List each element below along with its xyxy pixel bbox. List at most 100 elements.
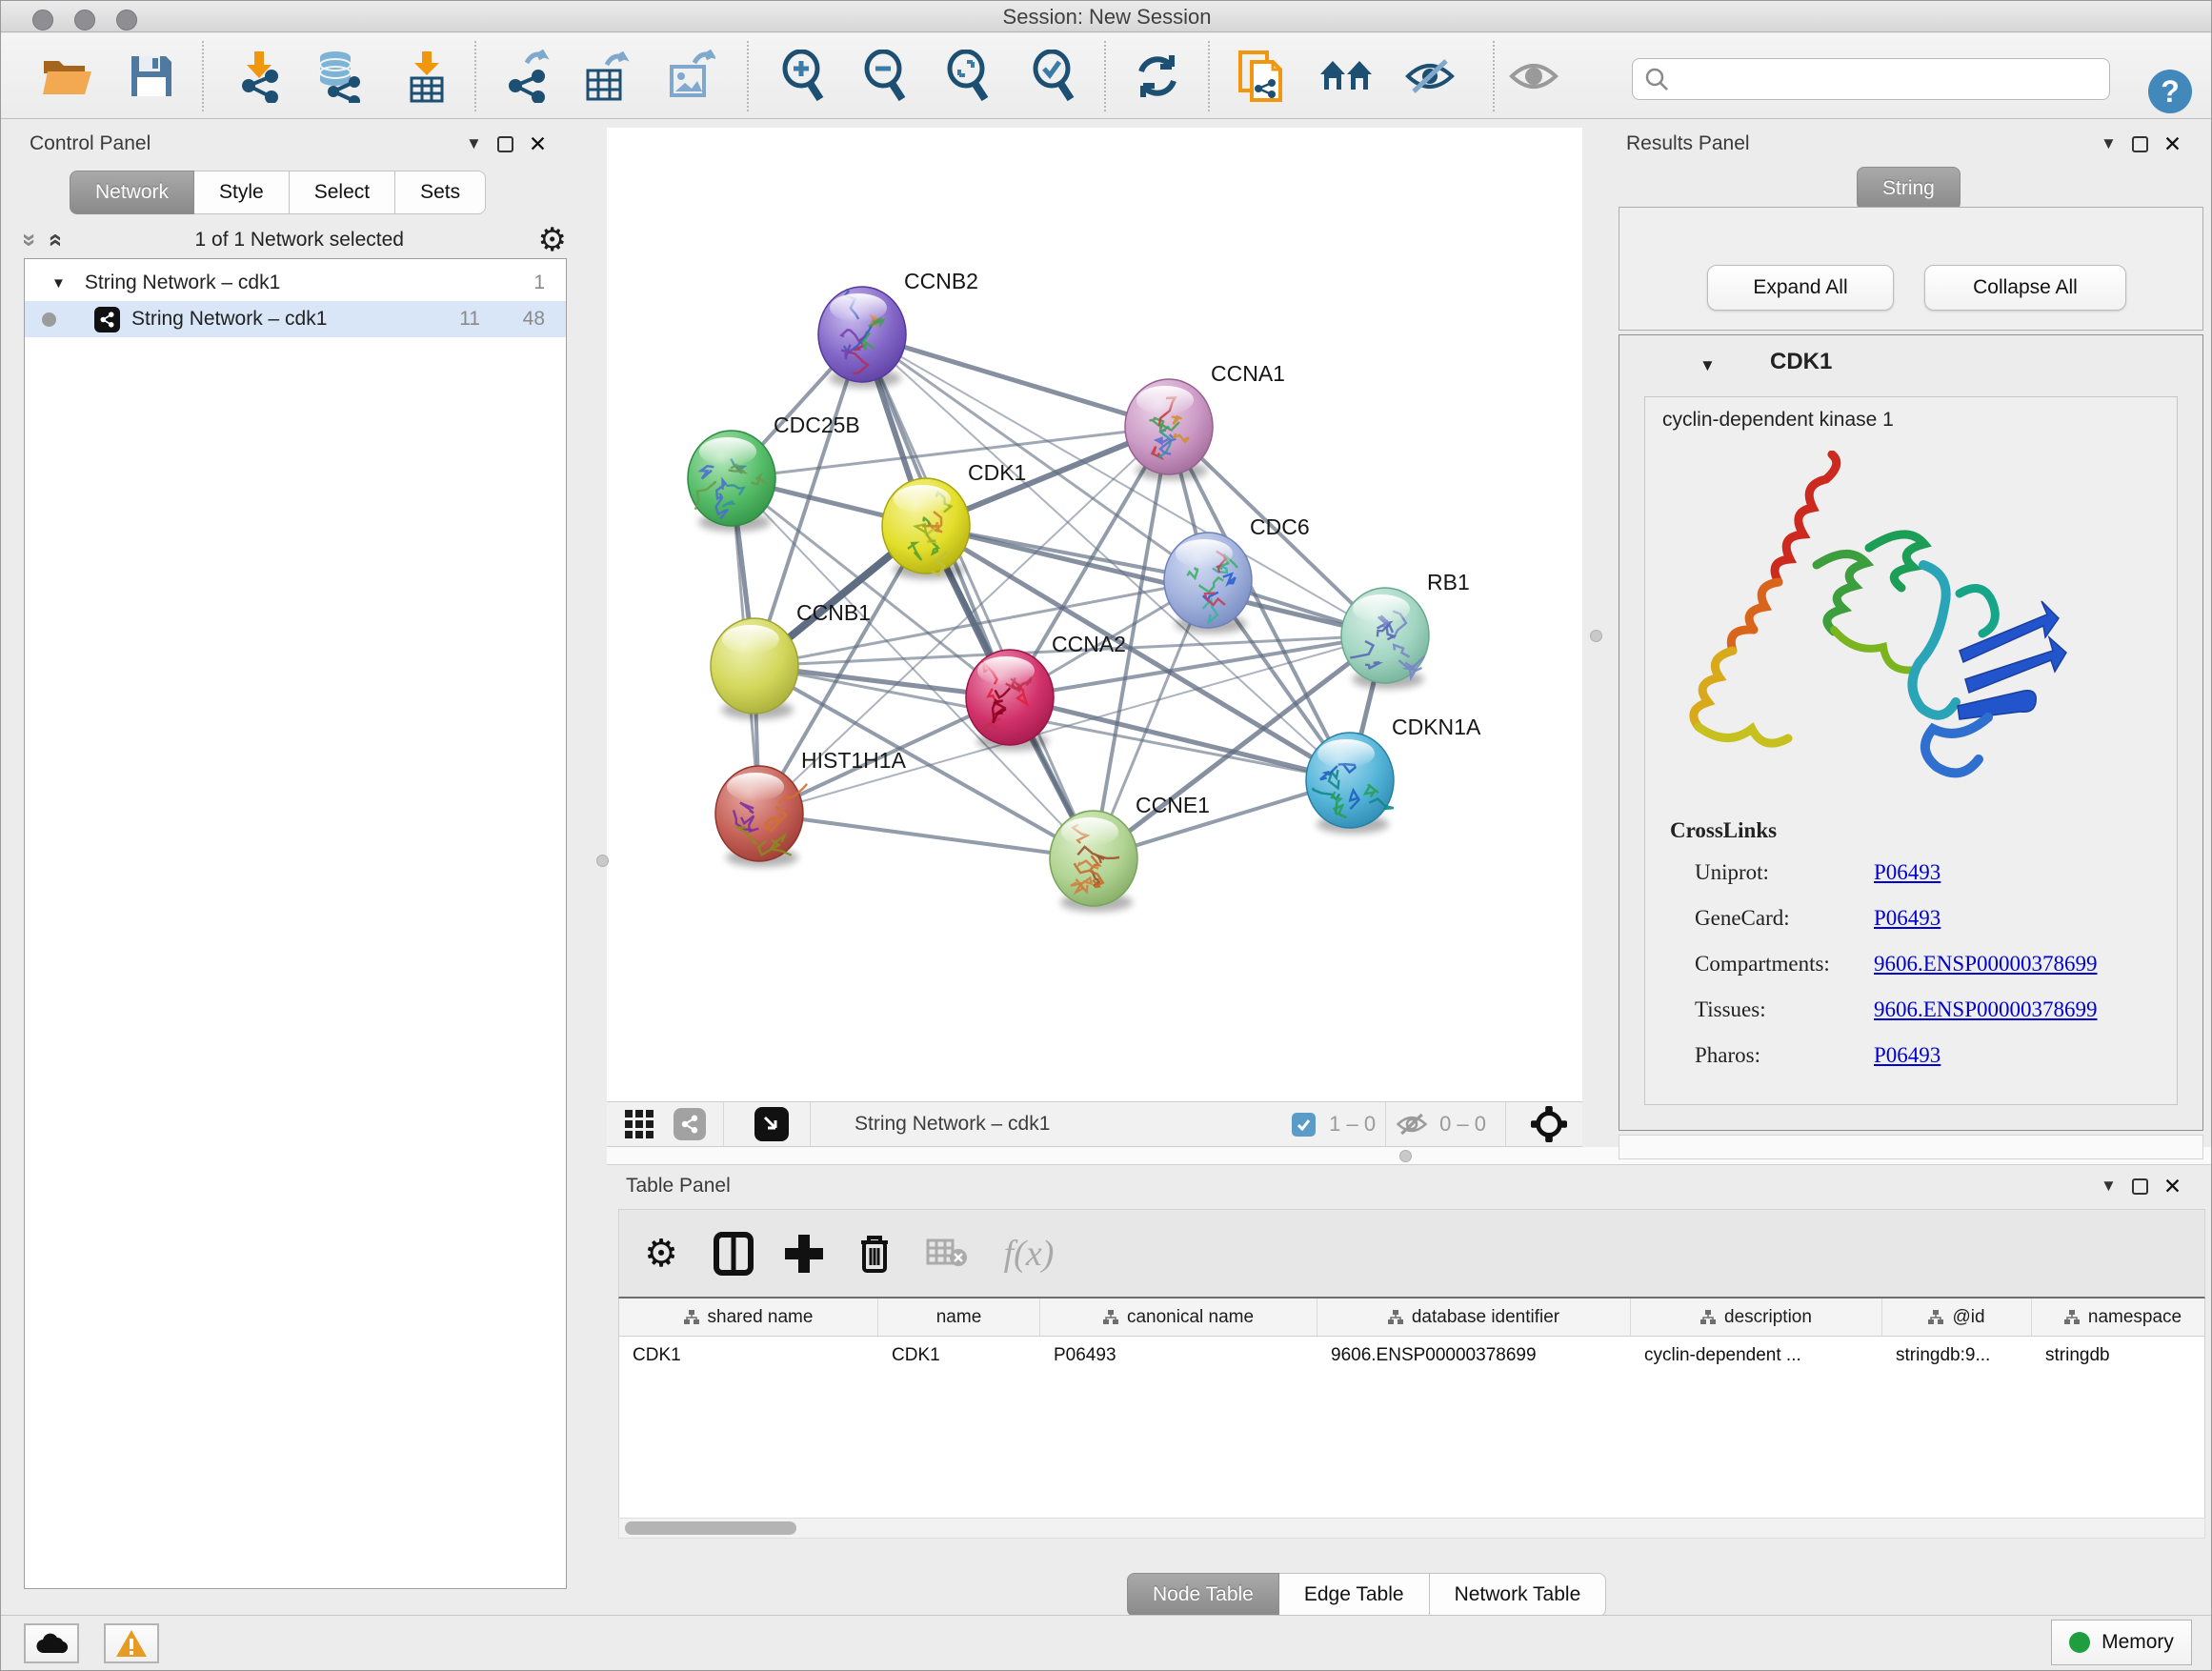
zoom-fit-button[interactable] xyxy=(937,47,996,106)
crosslink-link[interactable]: P06493 xyxy=(1874,860,1941,885)
float-panel-icon[interactable] xyxy=(2132,1178,2148,1195)
network-column-icon xyxy=(2064,1310,2080,1324)
tab-style[interactable]: Style xyxy=(194,171,290,214)
import-network-database-button[interactable] xyxy=(310,47,369,106)
column-header-description[interactable]: description xyxy=(1631,1299,1882,1336)
tab-node-table[interactable]: Node Table xyxy=(1127,1573,1279,1617)
tree-expander-icon[interactable]: ▼ xyxy=(51,275,66,292)
crosslink-label: GeneCard: xyxy=(1695,906,1874,931)
collapse-all-networks-icon[interactable]: » xyxy=(45,233,64,247)
entry-expander-icon[interactable]: ▼ xyxy=(1699,356,1716,375)
crosslink-link[interactable]: 9606.ENSP00000378699 xyxy=(1874,952,2098,976)
column-header-canonical-name[interactable]: canonical name xyxy=(1040,1299,1317,1336)
node-navigator-button[interactable] xyxy=(1531,1106,1567,1142)
cloud-button[interactable] xyxy=(24,1623,79,1663)
search-input[interactable] xyxy=(1669,68,2088,91)
network-selection-status: 1 of 1 Network selected xyxy=(61,229,538,252)
node-RB1[interactable]: RB1 xyxy=(1341,570,1470,689)
node-HIST1H1A[interactable]: HIST1H1A xyxy=(715,748,907,867)
column-header-namespace[interactable]: namespace xyxy=(2032,1299,2205,1336)
float-panel-icon[interactable] xyxy=(2132,136,2148,152)
birds-eye-view-button[interactable] xyxy=(618,1097,660,1151)
zoom-in-button[interactable] xyxy=(773,47,832,106)
close-panel-icon[interactable]: ✕ xyxy=(2163,136,2182,152)
node-label-CDKN1A: CDKN1A xyxy=(1392,715,1481,739)
network-share-button[interactable] xyxy=(674,1108,706,1140)
vertical-splitter-left[interactable] xyxy=(596,855,609,867)
node-label-CDC6: CDC6 xyxy=(1250,514,1310,539)
column-header-database-identifier[interactable]: database identifier xyxy=(1317,1299,1631,1336)
tab-string[interactable]: String xyxy=(1857,167,1961,211)
string-documents-icon xyxy=(1237,49,1286,104)
node-CDKN1A[interactable]: CDKN1A xyxy=(1306,715,1481,834)
zoom-out-button[interactable] xyxy=(855,47,914,106)
float-panel-icon[interactable] xyxy=(497,136,513,152)
tab-network-table[interactable]: Network Table xyxy=(1430,1573,1607,1617)
collapse-all-button[interactable]: Collapse All xyxy=(1924,265,2126,311)
network-options-gear-icon[interactable]: ⚙ xyxy=(538,226,567,254)
hide-glass-ball-button[interactable] xyxy=(1400,47,1459,106)
crosslink-link[interactable]: P06493 xyxy=(1874,1043,1941,1068)
warnings-button[interactable] xyxy=(104,1623,159,1663)
column-header-shared-name[interactable]: shared name xyxy=(619,1299,878,1336)
table-horizontal-scrollbar[interactable] xyxy=(618,1518,2205,1539)
tab-edge-table[interactable]: Edge Table xyxy=(1279,1573,1430,1617)
node-CDC6[interactable]: CDC6 xyxy=(1164,514,1310,634)
node-CDK1[interactable]: CDK1 xyxy=(882,460,1026,579)
help-button[interactable]: ? xyxy=(2148,70,2192,113)
close-panel-icon[interactable]: ✕ xyxy=(2163,1178,2182,1195)
string-home-button[interactable] xyxy=(1317,47,1376,106)
export-network-button[interactable] xyxy=(497,47,556,106)
memory-button[interactable]: Memory xyxy=(2051,1620,2192,1665)
table-gear-icon[interactable]: ⚙ xyxy=(634,1227,688,1280)
column-header-@id[interactable]: @id xyxy=(1882,1299,2032,1336)
network-row-selected[interactable]: String Network – cdk1 11 48 xyxy=(25,301,566,337)
refresh-button[interactable] xyxy=(1128,47,1187,106)
edge-HIST1H1A-CCNE1[interactable] xyxy=(759,814,1094,858)
tab-network[interactable]: Network xyxy=(70,171,194,214)
edge-CCNB2-CCNE1[interactable] xyxy=(862,334,1094,858)
collapse-panel-icon[interactable]: ▼ xyxy=(466,134,482,153)
expand-all-networks-icon[interactable]: » xyxy=(21,233,40,247)
table-row[interactable]: CDK1CDK1P064939606.ENSP00000378699cyclin… xyxy=(619,1337,2204,1375)
network-canvas[interactable]: CCNB2CCNA1CDC25BCDK1CDC6RB1CCNB1CCNA2CDK… xyxy=(607,128,1582,1101)
open-session-button[interactable] xyxy=(38,47,97,106)
node-table-header: shared namenamecanonical namedatabase id… xyxy=(619,1299,2204,1337)
show-glass-ball-button[interactable] xyxy=(1504,47,1563,106)
close-panel-icon[interactable]: ✕ xyxy=(529,136,547,152)
columns-icon[interactable] xyxy=(707,1227,760,1280)
collapse-panel-icon[interactable]: ▼ xyxy=(2101,1177,2117,1196)
zoom-selected-button[interactable] xyxy=(1023,47,1082,106)
crosslink-link[interactable]: P06493 xyxy=(1874,906,1941,931)
export-table-button[interactable] xyxy=(577,47,636,106)
network-collection-row[interactable]: ▼ String Network – cdk1 1 xyxy=(25,265,566,301)
open-in-new-window-button[interactable] xyxy=(754,1107,789,1141)
import-table-button[interactable] xyxy=(397,47,456,106)
selected-checkbox-icon[interactable] xyxy=(1292,1113,1316,1137)
tab-select[interactable]: Select xyxy=(290,171,395,214)
node-label-HIST1H1A: HIST1H1A xyxy=(801,748,907,773)
edge-CCNB2-CCNA1[interactable] xyxy=(862,334,1169,427)
add-column-icon[interactable] xyxy=(777,1227,831,1280)
string-result-entry: ▼ CDK1 cyclin-dependent kinase 1 xyxy=(1619,334,2203,1131)
table-panel-title: Table Panel xyxy=(626,1175,731,1198)
network-selection-row: » » 1 of 1 Network selected ⚙ xyxy=(24,224,567,256)
collapse-panel-icon[interactable]: ▼ xyxy=(2101,134,2117,153)
import-network-file-button[interactable] xyxy=(231,47,290,106)
string-import-button[interactable] xyxy=(1232,47,1291,106)
string-network-graph[interactable]: CCNB2CCNA1CDC25BCDK1CDC6RB1CCNB1CCNA2CDK… xyxy=(607,128,1582,1101)
zoom-out-icon xyxy=(860,50,908,103)
node-CDC25B[interactable]: CDC25B xyxy=(688,413,860,532)
crosslink-label: Pharos: xyxy=(1695,1043,1874,1068)
vertical-splitter-right[interactable] xyxy=(1590,630,1602,642)
delete-column-icon[interactable] xyxy=(848,1227,901,1280)
export-image-button[interactable] xyxy=(662,47,721,106)
expand-all-button[interactable]: Expand All xyxy=(1707,265,1894,311)
delete-table-icon xyxy=(920,1227,974,1280)
column-header-name[interactable]: name xyxy=(878,1299,1040,1336)
tab-sets[interactable]: Sets xyxy=(395,171,486,214)
crosslink-link[interactable]: 9606.ENSP00000378699 xyxy=(1874,997,2098,1022)
save-session-button[interactable] xyxy=(122,47,181,106)
node-CCNB2[interactable]: CCNB2 xyxy=(818,269,978,388)
scrollbar-thumb[interactable] xyxy=(625,1521,796,1535)
